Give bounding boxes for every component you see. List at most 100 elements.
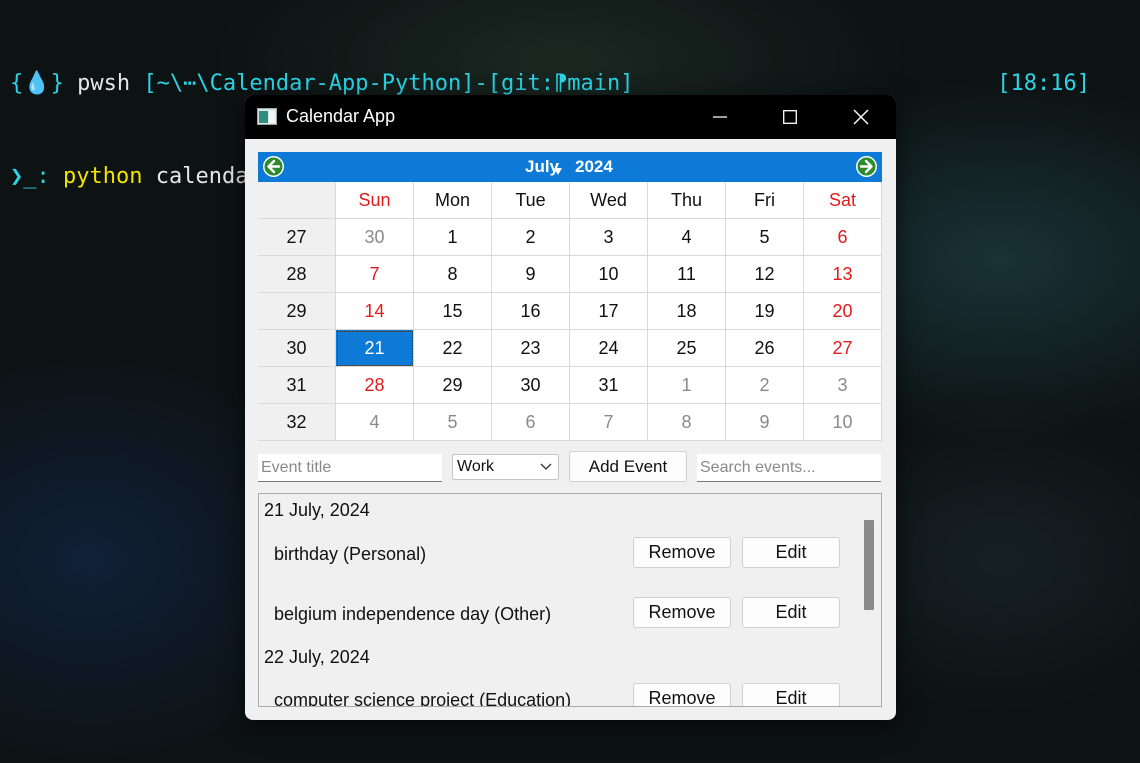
close-icon — [853, 109, 869, 125]
git-branch: main] — [567, 71, 634, 96]
events-scrollbar[interactable] — [857, 494, 881, 706]
day-cell[interactable]: 10 — [570, 256, 648, 293]
minimize-button[interactable] — [685, 95, 755, 139]
weekday-header: Thu — [648, 182, 726, 219]
day-cell[interactable]: 23 — [492, 330, 570, 367]
day-cell[interactable]: 5 — [414, 404, 492, 441]
day-cell[interactable]: 30 — [336, 219, 414, 256]
week-number: 29 — [258, 293, 336, 330]
day-cell[interactable]: 3 — [804, 367, 882, 404]
edit-event-button[interactable]: Edit — [742, 683, 840, 706]
title-bar[interactable]: Calendar App — [245, 95, 896, 139]
command-name: python — [63, 164, 143, 189]
day-cell[interactable]: 9 — [492, 256, 570, 293]
day-cell[interactable]: 20 — [804, 293, 882, 330]
event-date-heading: 22 July, 2024 — [264, 647, 370, 667]
day-cell[interactable]: 15 — [414, 293, 492, 330]
day-cell[interactable]: 5 — [726, 219, 804, 256]
week-number: 32 — [258, 404, 336, 441]
event-label: computer science project (Education) — [274, 690, 572, 707]
category-value: Work — [457, 458, 495, 475]
day-cell[interactable]: 14 — [336, 293, 414, 330]
day-cell[interactable]: 1 — [648, 367, 726, 404]
remove-event-button[interactable]: Remove — [633, 537, 731, 568]
maximize-button[interactable] — [755, 95, 825, 139]
day-cell[interactable]: 7 — [336, 256, 414, 293]
week-number: 27 — [258, 219, 336, 256]
day-cell[interactable]: 27 — [804, 330, 882, 367]
day-cell[interactable]: 13 — [804, 256, 882, 293]
events-list[interactable]: 21 July, 2024 birthday (Personal) Remove… — [258, 493, 882, 707]
prompt-icon: {💧} — [10, 71, 64, 96]
day-cell[interactable]: 29 — [414, 367, 492, 404]
day-cell[interactable]: 17 — [570, 293, 648, 330]
event-label: belgium independence day (Other) — [274, 604, 552, 624]
previous-month-button[interactable] — [263, 156, 284, 177]
day-cell[interactable]: 24 — [570, 330, 648, 367]
terminal-clock: [18:16] — [997, 71, 1090, 96]
calendar-widget: July 2024 Sun Mon Tue Wed Thu Fri Sat 27 30 1 2 3 4 5… — [258, 152, 882, 441]
day-cell[interactable]: 2 — [492, 219, 570, 256]
day-cell[interactable]: 18 — [648, 293, 726, 330]
day-cell[interactable]: 31 — [570, 367, 648, 404]
edit-event-button[interactable]: Edit — [742, 597, 840, 628]
day-cell[interactable]: 22 — [414, 330, 492, 367]
week-number: 31 — [258, 367, 336, 404]
maximize-icon — [783, 110, 797, 124]
day-cell[interactable]: 6 — [804, 219, 882, 256]
arrow-right-icon — [857, 157, 876, 176]
day-cell[interactable]: 9 — [726, 404, 804, 441]
remove-event-button[interactable]: Remove — [633, 683, 731, 706]
weekday-header: Sat — [804, 182, 882, 219]
remove-event-button[interactable]: Remove — [633, 597, 731, 628]
git-label: [git: — [487, 71, 554, 96]
app-window-icon — [257, 108, 277, 125]
prompt-symbol: ❯_: — [10, 164, 50, 189]
weekday-header: Wed — [570, 182, 648, 219]
day-cell[interactable]: 11 — [648, 256, 726, 293]
day-cell[interactable]: 12 — [726, 256, 804, 293]
day-cell[interactable]: 8 — [648, 404, 726, 441]
shell-name: pwsh — [77, 71, 131, 96]
arrow-left-icon — [264, 157, 283, 176]
day-cell[interactable]: 30 — [492, 367, 570, 404]
year-selector[interactable]: 2024 — [575, 157, 613, 177]
window-title: Calendar App — [286, 106, 396, 126]
branch-icon: ⁋ — [554, 71, 568, 96]
day-cell[interactable]: 19 — [726, 293, 804, 330]
calendar-navigation-bar: July 2024 — [258, 152, 882, 182]
close-button[interactable] — [826, 95, 896, 139]
event-title-input[interactable] — [258, 454, 442, 482]
day-cell[interactable]: 2 — [726, 367, 804, 404]
event-controls: Work Add Event — [245, 451, 896, 483]
day-cell[interactable]: 10 — [804, 404, 882, 441]
search-events-input[interactable] — [697, 454, 881, 482]
day-cell[interactable]: 8 — [414, 256, 492, 293]
category-select[interactable]: Work — [452, 454, 559, 480]
calendar-grid: Sun Mon Tue Wed Thu Fri Sat 27 30 1 2 3 4 5 6 28 7 8 9 10 11… — [258, 182, 882, 441]
day-cell[interactable]: 26 — [726, 330, 804, 367]
day-cell[interactable]: 7 — [570, 404, 648, 441]
chevron-down-icon — [540, 463, 552, 470]
day-cell[interactable]: 4 — [648, 219, 726, 256]
edit-event-button[interactable]: Edit — [742, 537, 840, 568]
day-cell[interactable]: 6 — [492, 404, 570, 441]
event-date-heading: 21 July, 2024 — [264, 500, 370, 520]
day-cell[interactable]: 4 — [336, 404, 414, 441]
scrollbar-thumb[interactable] — [864, 520, 874, 610]
current-path: [~\⋯\Calendar-App-Python] — [143, 71, 475, 96]
event-label: birthday (Personal) — [274, 544, 427, 564]
day-cell[interactable]: 1 — [414, 219, 492, 256]
weekday-header: Fri — [726, 182, 804, 219]
selected-day-cell[interactable]: 21 — [336, 330, 414, 367]
weekday-header: Tue — [492, 182, 570, 219]
day-cell[interactable]: 28 — [336, 367, 414, 404]
day-cell[interactable]: 16 — [492, 293, 570, 330]
calendar-app-window: Calendar App July 2024 Sun Mon Tue Wed T… — [245, 95, 896, 720]
day-cell[interactable]: 3 — [570, 219, 648, 256]
day-cell[interactable]: 25 — [648, 330, 726, 367]
add-event-button[interactable]: Add Event — [569, 451, 687, 482]
minimize-icon — [713, 116, 727, 118]
month-dropdown-icon[interactable] — [554, 168, 562, 175]
next-month-button[interactable] — [856, 156, 877, 177]
